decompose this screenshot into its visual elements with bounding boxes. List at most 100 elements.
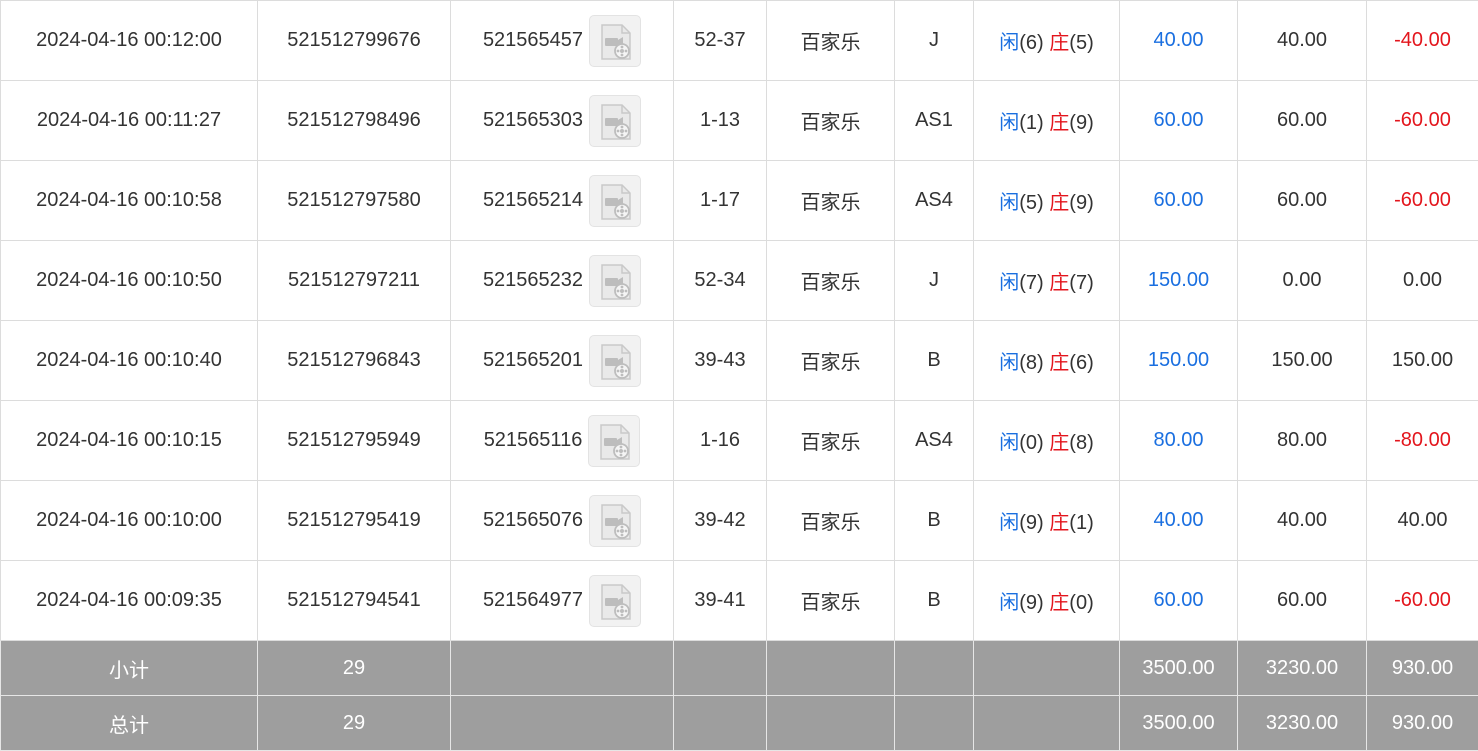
player-label: 闲 [999, 192, 1019, 214]
valid-amount: 60.00 [1277, 109, 1327, 131]
bet-amount: 60.00 [1153, 109, 1203, 131]
valid-amount: 60.00 [1277, 589, 1327, 611]
summary-bet-amount: 3500.00 [1142, 712, 1214, 734]
valid-amount-cell: 80.00 [1238, 401, 1367, 481]
bet-number-cell: 521512798496 [258, 81, 451, 161]
summary-bet-amount: 3500.00 [1142, 657, 1214, 679]
video-replay-icon [598, 23, 634, 61]
table-row: 2024-04-16 00:09:35 521512794541 5215649… [1, 561, 1478, 641]
win-loss-amount: -60.00 [1394, 109, 1451, 131]
win-loss-amount: -60.00 [1394, 589, 1451, 611]
win-loss-amount: 150.00 [1392, 349, 1453, 371]
banker-points: (6) [1069, 352, 1093, 374]
bet-time-cell: 2024-04-16 00:10:15 [1, 401, 258, 481]
win-loss-cell: -40.00 [1367, 1, 1478, 81]
summary-count: 29 [343, 712, 365, 734]
bet-number: 521512799676 [287, 29, 420, 51]
table-row: 2024-04-16 00:10:15 521512795949 5215651… [1, 401, 1478, 481]
bet-amount-cell: 150.00 [1120, 241, 1238, 321]
bet-number-cell: 521512794541 [258, 561, 451, 641]
banker-label: 庄 [1049, 272, 1069, 294]
empty-cell [974, 641, 1120, 696]
video-replay-button[interactable] [589, 175, 641, 227]
summary-win-cell: 930.00 [1367, 641, 1478, 696]
game-type: 百家乐 [801, 192, 861, 214]
summary-valid-amount: 3230.00 [1266, 657, 1338, 679]
video-replay-button[interactable] [589, 255, 641, 307]
win-loss-amount: 0.00 [1403, 269, 1442, 291]
valid-amount: 40.00 [1277, 29, 1327, 51]
video-replay-button[interactable] [589, 575, 641, 627]
bet-amount-cell: 60.00 [1120, 561, 1238, 641]
play-type: B [927, 589, 940, 611]
bet-amount-cell: 60.00 [1120, 161, 1238, 241]
game-type: 百家乐 [801, 272, 861, 294]
video-replay-button[interactable] [589, 95, 641, 147]
table-number: 1-16 [700, 429, 740, 451]
bet-time: 2024-04-16 00:10:58 [36, 189, 222, 211]
win-loss-cell: -60.00 [1367, 81, 1478, 161]
player-label: 闲 [999, 592, 1019, 614]
game-number-cell: 521565116 [451, 401, 674, 481]
game-type: 百家乐 [801, 32, 861, 54]
game-number-cell: 521565232 [451, 241, 674, 321]
table-number-cell: 52-34 [674, 241, 767, 321]
empty-cell [451, 696, 674, 751]
play-type-cell: J [895, 1, 974, 81]
banker-points: (0) [1069, 592, 1093, 614]
banker-label: 庄 [1049, 512, 1069, 534]
game-type: 百家乐 [801, 432, 861, 454]
video-replay-button[interactable] [589, 495, 641, 547]
play-type-cell: AS1 [895, 81, 974, 161]
game-number-cell: 521564977 [451, 561, 674, 641]
valid-amount: 150.00 [1271, 349, 1332, 371]
bet-time: 2024-04-16 00:09:35 [36, 589, 222, 611]
bet-amount-cell: 60.00 [1120, 81, 1238, 161]
game-number-cell: 521565214 [451, 161, 674, 241]
win-loss-cell: -60.00 [1367, 561, 1478, 641]
bet-time-cell: 2024-04-16 00:10:58 [1, 161, 258, 241]
bet-number: 521512796843 [287, 349, 420, 371]
video-replay-button[interactable] [589, 335, 641, 387]
player-points: (8) [1019, 352, 1043, 374]
summary-valid-cell: 3230.00 [1238, 696, 1367, 751]
bet-time: 2024-04-16 00:11:27 [37, 109, 221, 131]
bet-amount: 40.00 [1153, 29, 1203, 51]
bet-number-cell: 521512799676 [258, 1, 451, 81]
bet-time: 2024-04-16 00:10:40 [36, 349, 222, 371]
player-label: 闲 [999, 272, 1019, 294]
bet-number-cell: 521512797211 [258, 241, 451, 321]
game-type: 百家乐 [801, 352, 861, 374]
win-loss-cell: 40.00 [1367, 481, 1478, 561]
banker-points: (5) [1069, 32, 1093, 54]
table-row: 2024-04-16 00:11:27 521512798496 5215653… [1, 81, 1478, 161]
play-type: B [927, 509, 940, 531]
bet-number: 521512795949 [287, 429, 420, 451]
result-cell: 闲(5) 庄(9) [974, 161, 1120, 241]
game-type-cell: 百家乐 [767, 561, 895, 641]
summary-label: 小计 [109, 660, 149, 682]
valid-amount: 60.00 [1277, 189, 1327, 211]
bet-number: 521512798496 [287, 109, 420, 131]
table-number: 39-42 [694, 509, 745, 531]
win-loss-amount: -60.00 [1394, 189, 1451, 211]
win-loss-amount: 40.00 [1397, 509, 1447, 531]
bet-time-cell: 2024-04-16 00:12:00 [1, 1, 258, 81]
game-type-cell: 百家乐 [767, 81, 895, 161]
result-cell: 闲(8) 庄(6) [974, 321, 1120, 401]
video-replay-button[interactable] [589, 15, 641, 67]
summary-win-cell: 930.00 [1367, 696, 1478, 751]
video-replay-button[interactable] [588, 415, 640, 467]
game-type-cell: 百家乐 [767, 1, 895, 81]
table-number: 39-41 [694, 589, 745, 611]
result-cell: 闲(9) 庄(1) [974, 481, 1120, 561]
player-label: 闲 [999, 112, 1019, 134]
bet-time: 2024-04-16 00:12:00 [36, 29, 222, 51]
player-points: (9) [1019, 512, 1043, 534]
result-cell: 闲(0) 庄(8) [974, 401, 1120, 481]
play-type: J [929, 29, 939, 51]
table-number: 39-43 [694, 349, 745, 371]
video-replay-icon [598, 503, 634, 541]
game-number-cell: 521565201 [451, 321, 674, 401]
bet-number: 521512797211 [288, 269, 420, 291]
